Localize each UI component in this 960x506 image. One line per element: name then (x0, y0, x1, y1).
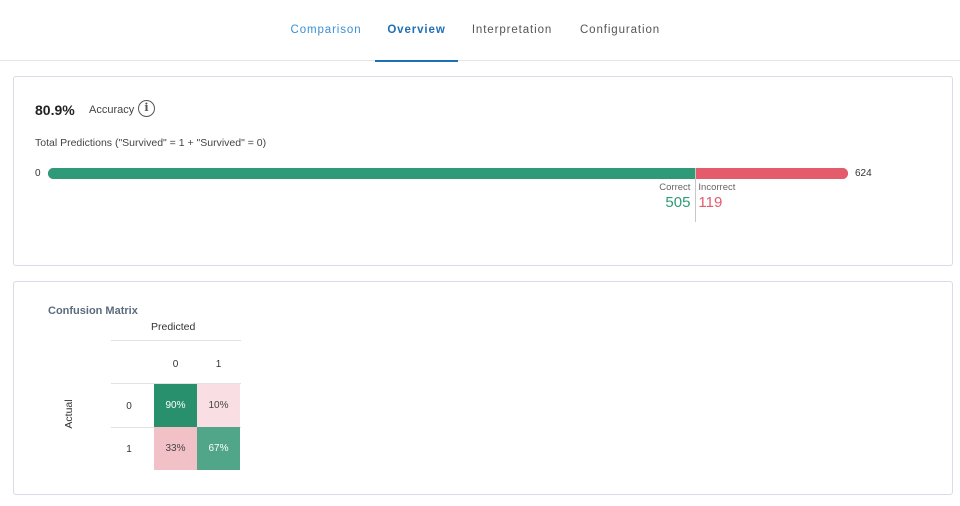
incorrect-count: 119 (698, 194, 723, 211)
incorrect-bar-segment[interactable] (695, 168, 848, 179)
matrix-cell[interactable]: 67% (197, 427, 240, 470)
correct-incorrect-divider (695, 168, 697, 222)
matrix-cell[interactable]: 10% (197, 384, 240, 427)
info-icon[interactable]: i (138, 100, 155, 117)
accuracy-value: 80.9% (35, 102, 75, 118)
total-predictions-label: Total Predictions ("Survived" = 1 + "Sur… (35, 137, 267, 149)
accuracy-label: Accuracy (89, 104, 135, 116)
predicted-axis-label: Predicted (151, 321, 196, 333)
accuracy-panel: 80.9% Accuracy i Total Predictions ("Sur… (13, 76, 953, 266)
incorrect-label: Incorrect (698, 182, 736, 193)
column-header-1: 1 (215, 359, 222, 370)
row-header-1: 1 (126, 444, 132, 455)
column-header-0: 0 (172, 359, 179, 370)
tab-interpretation[interactable]: Interpretation (466, 0, 558, 61)
bar-total-label: 624 (855, 168, 872, 179)
bar-min-label: 0 (35, 168, 41, 179)
correct-bar-segment[interactable] (48, 168, 696, 179)
tab-overview[interactable]: Overview (375, 0, 458, 62)
tab-comparison[interactable]: Comparison (285, 0, 367, 61)
tab-bar: Comparison Overview Interpretation Confi… (0, 0, 960, 62)
confusion-matrix-panel: Confusion Matrix Predicted 0 1 0 1 Actua… (13, 281, 953, 495)
predictions-bar (48, 168, 848, 179)
correct-label: Correct (659, 182, 691, 193)
confusion-matrix-title: Confusion Matrix (48, 305, 138, 317)
tab-configuration[interactable]: Configuration (574, 0, 666, 61)
matrix-cell[interactable]: 90% (154, 384, 197, 427)
actual-axis-label: Actual (63, 399, 75, 429)
matrix-cell[interactable]: 33% (154, 427, 197, 470)
correct-count: 505 (665, 194, 691, 211)
row-header-0: 0 (126, 401, 132, 412)
header-divider (111, 340, 241, 341)
